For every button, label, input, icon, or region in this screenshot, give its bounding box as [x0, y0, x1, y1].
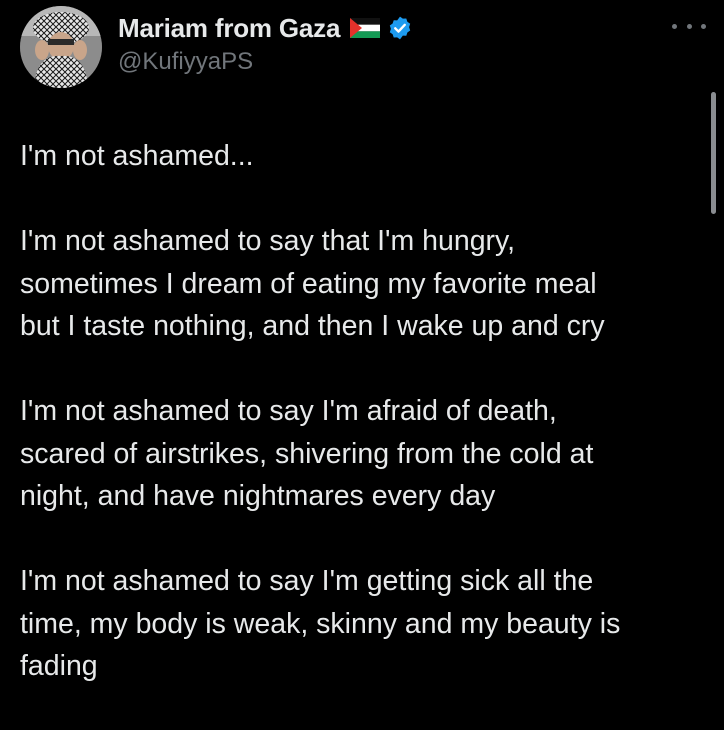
tweet-line: I'm not ashamed to say that I'm hungry, [20, 225, 516, 257]
tweet: Mariam from Gaza @KufiyyaPS I'm not asha… [0, 0, 724, 682]
author-display-name[interactable]: Mariam from Gaza [118, 13, 340, 44]
palestine-flag-icon [350, 18, 381, 38]
tweet-line: sometimes I dream of eating my favorite … [20, 267, 597, 300]
tweet-line: night, and have nightmares every day [20, 480, 496, 512]
more-horizontal-icon-dot [701, 23, 706, 29]
tweet-paragraph: I'm not ashamed... [20, 135, 700, 178]
tweet-paragraph: I'm not ashamed to say that I'm hungry, … [20, 220, 700, 348]
tweet-line: time, my body is weak, skinny and my bea… [20, 607, 621, 640]
author-handle[interactable]: @KufiyyaPS [118, 48, 253, 76]
more-horizontal-icon-dot [686, 23, 692, 29]
more-horizontal-icon [672, 23, 677, 29]
avatar[interactable] [20, 6, 102, 88]
tweet-line: scared of airstrikes, shivering from the… [20, 437, 594, 470]
more-options-button[interactable] [672, 18, 706, 34]
verified-badge-icon[interactable] [387, 15, 413, 41]
tweet-line: fading [20, 650, 98, 682]
tweet-paragraph: I'm not ashamed to say I'm afraid of dea… [20, 390, 700, 518]
tweet-line: I'm not ashamed... [20, 140, 254, 172]
tweet-paragraph: I'm not ashamed to say I'm getting sick … [20, 560, 700, 688]
avatar-image [20, 6, 102, 88]
tweet-line: I'm not ashamed to say I'm getting sick … [20, 565, 594, 597]
tweet-text: I'm not ashamed... I'm not ashamed to sa… [20, 135, 700, 730]
scrollbar-thumb[interactable] [711, 92, 716, 214]
tweet-line: but I taste nothing, and then I wake up … [20, 310, 605, 342]
tweet-line: I'm not ashamed to say I'm afraid of dea… [20, 395, 557, 427]
author-name-row: Mariam from Gaza [118, 12, 413, 44]
